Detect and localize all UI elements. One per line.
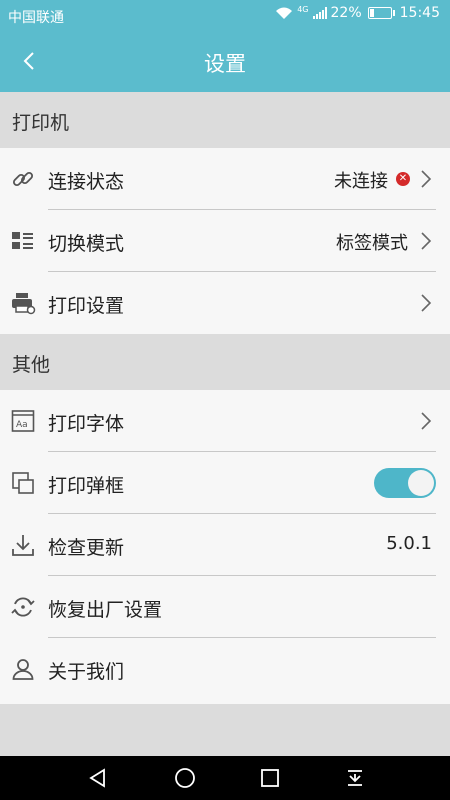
dialog-frame-icon xyxy=(10,470,36,496)
error-icon: ✕ xyxy=(396,172,410,186)
row-label: 连接状态 xyxy=(48,171,125,193)
app-header: 设置 xyxy=(0,32,450,92)
nav-back-button[interactable] xyxy=(68,756,128,800)
version-value: 5.0.1 xyxy=(386,533,432,554)
user-icon xyxy=(10,656,36,682)
status-icons: 4G 22% 15:45 xyxy=(275,5,440,21)
section-header-other: 其他 xyxy=(0,334,450,390)
row-label: 打印字体 xyxy=(48,413,125,435)
check-update-row[interactable]: 检查更新 5.0.1 xyxy=(0,514,450,576)
wifi-icon xyxy=(276,7,293,19)
row-label: 恢复出厂设置 xyxy=(48,599,163,621)
about-row[interactable]: 关于我们 xyxy=(0,638,450,704)
row-label: 切换模式 xyxy=(48,233,125,255)
section-title: 其他 xyxy=(12,354,51,376)
toggle-knob xyxy=(408,470,434,496)
system-nav-bar xyxy=(0,756,450,800)
carrier-name: 中国联通 xyxy=(8,10,64,26)
network-type: 4G xyxy=(297,5,309,14)
home-icon xyxy=(175,768,195,788)
battery-icon xyxy=(367,7,395,19)
list-mode-icon xyxy=(10,228,36,254)
row-label: 检查更新 xyxy=(48,537,125,559)
chevron-right-icon xyxy=(421,170,432,188)
nav-notification-button[interactable] xyxy=(325,756,385,800)
nav-home-button[interactable] xyxy=(155,756,215,800)
print-dialog-toggle[interactable] xyxy=(374,468,436,498)
factory-reset-row[interactable]: 恢复出厂设置 xyxy=(0,576,450,638)
recents-icon xyxy=(261,769,279,787)
print-settings-row[interactable]: 打印设置 xyxy=(0,272,450,334)
download-icon xyxy=(10,532,36,558)
chevron-right-icon xyxy=(421,294,432,312)
row-label: 打印设置 xyxy=(48,295,125,317)
printer-settings-icon xyxy=(10,290,36,316)
connection-status-row[interactable]: 连接状态 未连接 ✕ xyxy=(0,148,450,210)
reset-icon xyxy=(10,594,36,620)
link-icon xyxy=(10,166,36,192)
chevron-right-icon xyxy=(421,232,432,250)
battery-percent: 22% xyxy=(330,5,362,21)
connection-status-value: 未连接 xyxy=(334,171,388,192)
back-icon xyxy=(89,768,105,788)
print-font-row[interactable]: Aa 打印字体 xyxy=(0,390,450,452)
nav-recents-button[interactable] xyxy=(240,756,300,800)
page-title: 设置 xyxy=(204,52,246,76)
status-bar: 中国联通 4G 22% 15:45 xyxy=(0,0,450,32)
section-title: 打印机 xyxy=(12,112,70,134)
row-label: 关于我们 xyxy=(48,661,125,683)
chevron-right-icon xyxy=(421,412,432,430)
notification-icon xyxy=(348,770,362,786)
print-dialog-row: 打印弹框 xyxy=(0,452,450,514)
font-icon: Aa xyxy=(10,408,36,434)
section-header-printer: 打印机 xyxy=(0,92,450,148)
row-label: 打印弹框 xyxy=(48,475,125,497)
mode-value: 标签模式 xyxy=(336,233,408,254)
clock: 15:45 xyxy=(399,5,440,21)
switch-mode-row[interactable]: 切换模式 标签模式 xyxy=(0,210,450,272)
svg-text:Aa: Aa xyxy=(16,420,28,430)
signal-icon xyxy=(312,7,327,19)
